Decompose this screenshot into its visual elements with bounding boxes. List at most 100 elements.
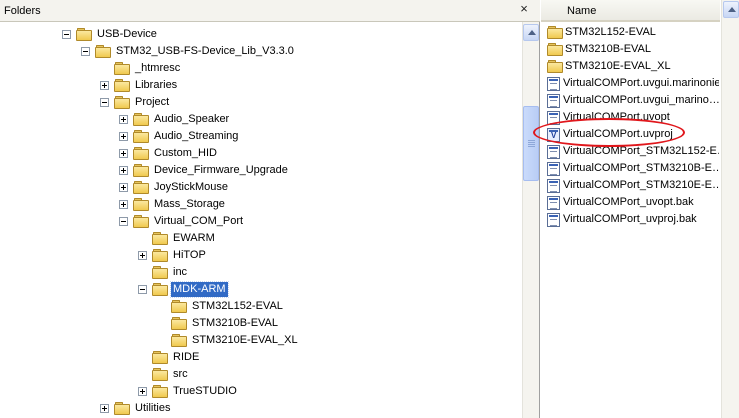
- tree-item-htmresc[interactable]: _htmresc: [100, 60, 182, 77]
- tree-item-device-firmware-upgrade[interactable]: Device_Firmware_Upgrade: [119, 162, 290, 179]
- folder-icon: [171, 334, 187, 347]
- tree-item-label: Utilities: [135, 402, 171, 414]
- file-item-label: VirtualCOMPort.uvopt: [563, 111, 670, 123]
- file-item-stm3210b-e[interactable]: VirtualCOMPort_STM3210B-E…: [547, 160, 719, 177]
- tree-item-inc[interactable]: inc: [138, 264, 189, 281]
- tree-item-usb-device[interactable]: USB-Device: [62, 26, 159, 43]
- tree-item-joystickmouse[interactable]: JoyStickMouse: [119, 179, 230, 196]
- tree-item-label: JoyStickMouse: [154, 181, 228, 193]
- file-item-label: STM3210E-EVAL_XL: [565, 60, 671, 72]
- collapse-expander-icon[interactable]: [119, 217, 128, 226]
- folder-icon: [76, 28, 92, 41]
- expand-expander-icon[interactable]: [138, 251, 147, 260]
- tree-item-label: RIDE: [173, 351, 200, 363]
- folder-tree-scrollbar[interactable]: [522, 22, 539, 418]
- tree-item-mass-storage[interactable]: Mass_Storage: [119, 196, 227, 213]
- uvproj-icon: [547, 127, 560, 142]
- tree-item-stm32l152-eval[interactable]: STM32L152-EVAL: [157, 298, 285, 315]
- folder-icon: [133, 113, 149, 126]
- tree-item-hitop[interactable]: HiTOP: [138, 247, 208, 264]
- file-item-label: VirtualCOMPort_STM3210B-E…: [563, 162, 719, 174]
- folder-icon: [114, 79, 130, 92]
- scroll-up-arrow-icon[interactable]: [723, 1, 739, 18]
- folder-icon: [152, 249, 168, 262]
- tree-item-audio-streaming[interactable]: Audio_Streaming: [119, 128, 240, 145]
- expand-expander-icon[interactable]: [119, 132, 128, 141]
- expand-expander-icon[interactable]: [138, 387, 147, 396]
- folder-icon: [171, 300, 187, 313]
- tree-item-ride[interactable]: RIDE: [138, 349, 201, 366]
- tree-item-stm3210b-eval[interactable]: STM3210B-EVAL: [157, 315, 280, 332]
- folder-icon: [152, 385, 168, 398]
- collapse-expander-icon[interactable]: [81, 47, 90, 56]
- file-item-label: VirtualCOMPort_uvproj.bak: [563, 213, 697, 225]
- expand-expander-icon[interactable]: [100, 404, 109, 413]
- tree-item-utilities[interactable]: Utilities: [100, 400, 172, 417]
- folder-icon: [114, 96, 130, 109]
- tree-item-stm32-usb-lib[interactable]: STM32_USB-FS-Device_Lib_V3.3.0: [81, 43, 296, 60]
- tree-item-label: Custom_HID: [154, 147, 217, 159]
- files-pane: Name STM32L152-EVAL STM3210B-EVAL STM321…: [541, 0, 739, 418]
- file-icon: [547, 144, 560, 159]
- file-item-stm3210e-eval-xl[interactable]: STM3210E-EVAL_XL: [547, 58, 719, 75]
- tree-item-label: Libraries: [135, 79, 178, 91]
- tree-item-ewarm[interactable]: EWARM: [138, 230, 217, 247]
- folder-icon: [152, 351, 168, 364]
- scroll-up-arrow-icon[interactable]: [523, 24, 539, 41]
- expand-expander-icon[interactable]: [100, 81, 109, 90]
- folder-tree: USB-Device STM32_USB-FS-Device_Lib_V3.3.…: [0, 22, 522, 418]
- tree-item-mdk-arm[interactable]: MDK-ARM: [138, 281, 229, 298]
- file-item-label: STM32L152-EVAL: [565, 26, 656, 38]
- name-column-label: Name: [567, 5, 597, 17]
- tree-item-label: Mass_Storage: [154, 198, 225, 210]
- file-item-stm32l152-eval[interactable]: STM32L152-EVAL: [547, 24, 719, 41]
- tree-item-label: Audio_Speaker: [154, 113, 230, 125]
- file-item-stm32l152-e[interactable]: VirtualCOMPort_STM32L152-E…: [547, 143, 719, 160]
- file-icon: [547, 76, 560, 91]
- folder-icon: [547, 43, 563, 56]
- expand-expander-icon[interactable]: [119, 149, 128, 158]
- expand-expander-icon[interactable]: [119, 166, 128, 175]
- tree-item-label: Project: [135, 96, 170, 108]
- file-item-uvgui-marinonie[interactable]: VirtualCOMPort.uvgui.marinonie: [547, 75, 719, 92]
- file-item-uvproj[interactable]: VirtualCOMPort.uvproj: [547, 126, 719, 143]
- tree-item-label: _htmresc: [135, 62, 181, 74]
- file-item-uvgui-marino[interactable]: VirtualCOMPort.uvgui_marino…: [547, 92, 719, 109]
- tree-item-project[interactable]: Project: [100, 94, 171, 111]
- file-icon: [547, 195, 560, 210]
- tree-item-stm3210e-eval-xl[interactable]: STM3210E-EVAL_XL: [157, 332, 300, 349]
- expand-expander-icon[interactable]: [119, 183, 128, 192]
- folder-icon: [152, 266, 168, 279]
- tree-item-label: Device_Firmware_Upgrade: [154, 164, 288, 176]
- folders-title: Folders: [4, 5, 41, 17]
- tree-item-custom-hid[interactable]: Custom_HID: [119, 145, 219, 162]
- file-item-uvopt-bak[interactable]: VirtualCOMPort_uvopt.bak: [547, 194, 719, 211]
- folders-pane: Folders × USB-Device STM32_USB-FS-Device…: [0, 0, 540, 418]
- file-item-uvopt[interactable]: VirtualCOMPort.uvopt: [547, 109, 719, 126]
- tree-item-src[interactable]: src: [138, 366, 190, 383]
- tree-item-audio-speaker[interactable]: Audio_Speaker: [119, 111, 231, 128]
- file-item-uvproj-bak[interactable]: VirtualCOMPort_uvproj.bak: [547, 211, 719, 228]
- folder-icon: [133, 215, 149, 228]
- file-item-label: STM3210B-EVAL: [565, 43, 652, 55]
- collapse-expander-icon[interactable]: [138, 285, 147, 294]
- collapse-expander-icon[interactable]: [62, 30, 71, 39]
- file-item-stm3210e-e[interactable]: VirtualCOMPort_STM3210E-E…: [547, 177, 719, 194]
- folder-icon: [95, 45, 111, 58]
- name-column-header[interactable]: Name: [541, 0, 720, 22]
- tree-item-virtual-com-port[interactable]: Virtual_COM_Port: [119, 213, 245, 230]
- expand-expander-icon[interactable]: [119, 200, 128, 209]
- tree-item-truestudio[interactable]: TrueSTUDIO: [138, 383, 239, 400]
- file-icon: [547, 161, 560, 176]
- tree-item-libraries[interactable]: Libraries: [100, 77, 179, 94]
- collapse-expander-icon[interactable]: [100, 98, 109, 107]
- expand-expander-icon[interactable]: [119, 115, 128, 124]
- tree-item-label: STM32L152-EVAL: [192, 300, 283, 312]
- file-item-label: VirtualCOMPort_STM3210E-E…: [563, 179, 719, 191]
- file-item-stm3210b-eval[interactable]: STM3210B-EVAL: [547, 41, 719, 58]
- file-item-label: VirtualCOMPort.uvgui.marinonie: [563, 77, 719, 89]
- close-folders-pane-icon[interactable]: ×: [516, 1, 532, 17]
- files-scrollbar[interactable]: [721, 0, 739, 418]
- tree-item-label: inc: [173, 266, 188, 278]
- scrollbar-thumb[interactable]: [523, 106, 539, 181]
